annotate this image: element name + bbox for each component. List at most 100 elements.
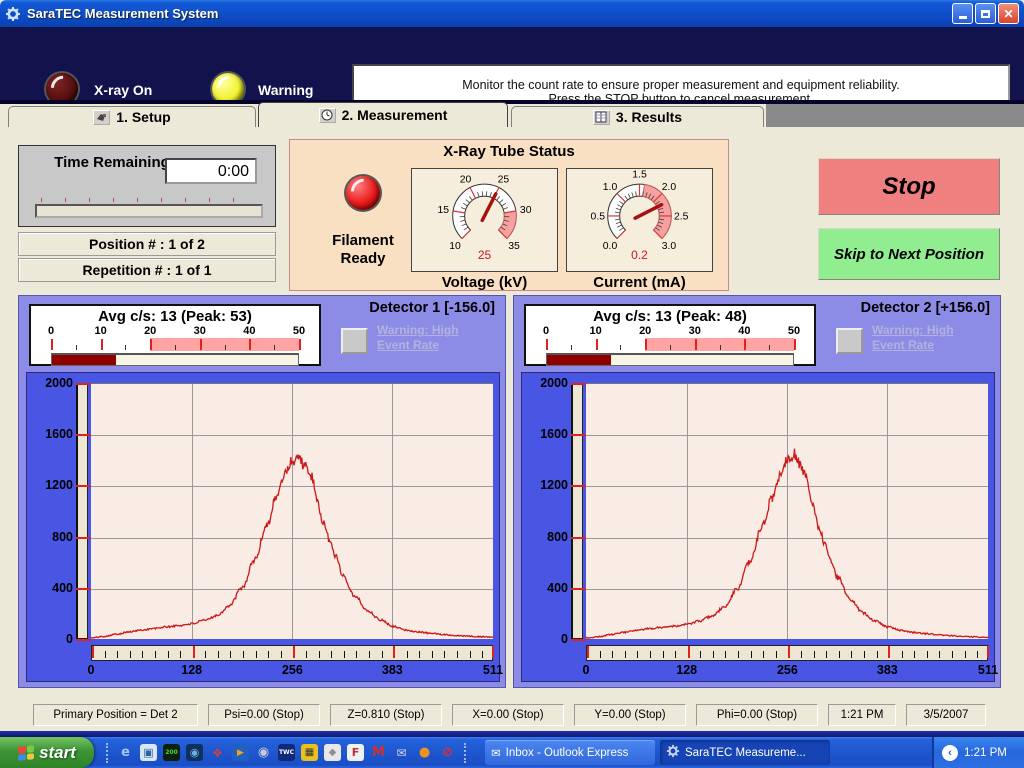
flash-icon[interactable]: F xyxy=(347,744,364,761)
y-axis-tick xyxy=(76,588,91,590)
meter-scale-number: 20 xyxy=(144,325,156,337)
y-axis-tick-label: 2000 xyxy=(29,376,73,390)
quick-launch-separator[interactable] xyxy=(464,743,467,763)
skip-to-next-position-button[interactable]: Skip to Next Position xyxy=(818,228,1000,280)
x-axis-minor-tick xyxy=(826,651,827,658)
x-axis-minor-tick xyxy=(763,651,764,658)
imaging-icon[interactable]: ▣ xyxy=(140,744,157,761)
y-axis-tick-label: 400 xyxy=(524,581,568,595)
x-axis-minor-tick xyxy=(965,651,966,658)
meter-scale-number: 40 xyxy=(243,325,255,337)
y-axis-tick xyxy=(571,434,586,436)
warning-indicator-button[interactable] xyxy=(341,328,368,354)
x-axis-minor-tick xyxy=(457,651,458,658)
meter-tick xyxy=(200,339,202,350)
results-notebook-icon xyxy=(593,110,610,125)
meter-tick xyxy=(670,345,671,350)
time-remaining-display: 0:00 xyxy=(165,158,257,184)
yellow-app-icon[interactable]: ▦ xyxy=(301,744,318,761)
x-axis-minor-tick xyxy=(952,651,953,658)
meter-scale-number: 30 xyxy=(689,325,701,337)
warning-indicator-button[interactable] xyxy=(836,328,863,354)
x-axis-minor-tick xyxy=(914,651,915,658)
voltage-gauge: 101520253035 25 xyxy=(411,168,558,272)
meter-tick xyxy=(769,345,770,350)
repetition-indicator: Repetition # : 1 of 1 xyxy=(18,258,276,282)
spectrum-curve xyxy=(91,384,493,639)
meter-scale-number: 10 xyxy=(589,325,601,337)
meter-tick xyxy=(695,339,697,350)
measurement-clock-icon xyxy=(319,108,336,123)
tray-collapse-chevron-icon[interactable]: ‹ xyxy=(942,745,958,761)
meter-bar xyxy=(51,353,299,366)
x-axis-minor-tick xyxy=(419,651,420,658)
minimize-button[interactable] xyxy=(952,3,973,24)
y-axis-tick-label: 0 xyxy=(29,632,73,646)
meter-scale-number: 20 xyxy=(639,325,651,337)
x-axis-major-tick xyxy=(92,646,94,658)
position-indicator: Position # : 1 of 2 xyxy=(18,232,276,256)
time-progress-bar xyxy=(35,204,263,218)
current-gauge: 0.00.51.01.52.02.53.0 0.2 xyxy=(566,168,713,272)
app-200-icon[interactable]: 200 xyxy=(163,744,180,761)
maximize-button[interactable] xyxy=(975,3,996,24)
x-axis-minor-tick xyxy=(444,651,445,658)
x-axis-minor-tick xyxy=(205,651,206,658)
spectrum-curve xyxy=(586,384,988,639)
close-button[interactable]: ✕ xyxy=(998,3,1019,24)
spectrum-chart: 04008001200160020000128256383511 xyxy=(521,372,995,682)
mail-icon[interactable]: ✉ xyxy=(393,744,410,761)
x-axis-minor-tick xyxy=(155,651,156,658)
x-axis-minor-tick xyxy=(256,651,257,658)
ie-icon[interactable]: e xyxy=(117,744,134,761)
y-axis-tick xyxy=(76,383,91,385)
current-gauge-label: Current (mA) xyxy=(566,274,713,291)
plot-area xyxy=(91,383,493,639)
y-axis-tick-label: 800 xyxy=(29,530,73,544)
orange-ball-icon[interactable]: ● xyxy=(416,744,433,761)
x-axis-major-tick xyxy=(888,646,890,658)
meter-tick xyxy=(596,339,598,350)
diamond-app-icon[interactable]: ◆ xyxy=(324,744,341,761)
meter-tick xyxy=(225,345,226,350)
x-axis-minor-tick xyxy=(650,651,651,658)
x-axis-tick-label: 128 xyxy=(181,663,202,677)
meter-tick xyxy=(744,339,746,350)
system-tray: ‹ 1:21 PM xyxy=(932,737,1024,768)
quick-launch-handle[interactable] xyxy=(106,743,109,763)
y-axis-tick-label: 1200 xyxy=(524,478,568,492)
x-axis-minor-tick xyxy=(637,651,638,658)
stop-button[interactable]: Stop xyxy=(818,158,1000,215)
x-axis-major-tick xyxy=(788,646,790,658)
tab-setup[interactable]: 1. Setup xyxy=(8,106,256,127)
meter-scale: 01020304050 xyxy=(51,325,299,338)
x-axis-minor-tick xyxy=(369,651,370,658)
x-axis-minor-tick xyxy=(675,651,676,658)
cd-icon[interactable]: ◉ xyxy=(255,744,272,761)
svg-text:2.0: 2.0 xyxy=(662,182,677,193)
taskbar-task-saratec[interactable]: SaraTEC Measureme... xyxy=(660,740,830,765)
tab-results[interactable]: 3. Results xyxy=(511,106,764,127)
media-player-icon[interactable]: ▶ xyxy=(232,744,249,761)
svg-text:30: 30 xyxy=(520,205,532,216)
start-button[interactable]: start xyxy=(0,737,94,768)
tab-measurement[interactable]: 2. Measurement xyxy=(258,102,508,127)
meter-tick xyxy=(175,345,176,350)
twc-icon[interactable]: TWC xyxy=(278,744,295,761)
x-axis-tick-label: 0 xyxy=(88,663,95,677)
paw-app-icon[interactable]: ❖ xyxy=(209,744,226,761)
y-axis-ruler xyxy=(76,383,88,639)
x-axis-minor-tick xyxy=(218,651,219,658)
status-cell: Psi=0.00 (Stop) xyxy=(208,704,320,726)
filament-ready-label: Filament Ready xyxy=(308,232,418,268)
tab-bar: 1. Setup 2. Measurement 3. Results xyxy=(0,100,1024,127)
x-axis-minor-tick xyxy=(751,651,752,658)
blocked-app-icon[interactable]: ⊘ xyxy=(439,744,456,761)
x-axis-minor-tick xyxy=(268,651,269,658)
globe-icon[interactable]: ◉ xyxy=(186,744,203,761)
x-axis-minor-tick xyxy=(470,651,471,658)
plot-area xyxy=(586,383,988,639)
taskbar-task-outlook[interactable]: ✉Inbox - Outlook Express xyxy=(485,740,655,765)
current-value: 0.2 xyxy=(631,248,648,262)
m-app-icon[interactable]: M xyxy=(370,744,387,761)
